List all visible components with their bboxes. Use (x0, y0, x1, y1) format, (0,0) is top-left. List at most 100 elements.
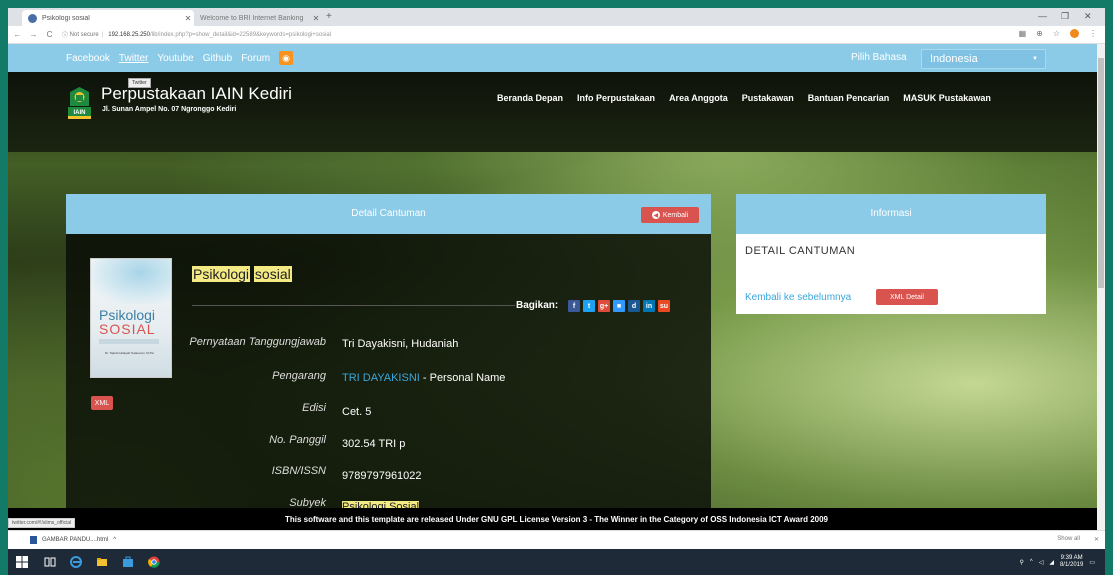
cover-author: Dr. Tajriah Hidayah Sulaeman, M.Psi (105, 351, 154, 355)
maximize-icon[interactable]: ❐ (1061, 11, 1069, 22)
browser-toolbar: ← → C ⓘ Not secure | 192.168.25.250 /lib… (8, 26, 1105, 44)
rss-icon[interactable]: ◉ (279, 51, 294, 65)
url-host: 192.168.25.250 (108, 31, 150, 38)
edge-browser-icon[interactable] (70, 556, 82, 568)
nav-info-perpustakaan[interactable]: Info Perpustakaan (577, 93, 655, 103)
github-link[interactable]: Github (203, 53, 232, 64)
back-arrow-icon[interactable]: ← (11, 30, 24, 39)
info-panel-title: Informasi (870, 208, 912, 219)
linkedin-icon[interactable]: in (643, 300, 655, 312)
volume-icon[interactable]: ◁ (1039, 559, 1044, 566)
zoom-icon[interactable]: ⊕ (1036, 29, 1043, 38)
show-hidden-icons[interactable]: ^ (1030, 559, 1033, 565)
menu-kebab-icon[interactable]: ⋮ (1089, 29, 1097, 38)
delicious-icon[interactable]: ■ (613, 300, 625, 312)
twitter-link[interactable]: Twitter (119, 53, 148, 64)
clock-time: 9:39 AM (1060, 555, 1083, 561)
kembali-label: Kembali (662, 211, 689, 219)
tab-psikologi-sosial[interactable]: Psikologi sosial ✕ (22, 10, 194, 26)
people-icon[interactable]: ⚲ (1019, 559, 1023, 566)
nav-beranda-depan[interactable]: Beranda Depan (497, 93, 563, 103)
forward-arrow-icon[interactable]: → (27, 30, 40, 39)
download-item[interactable]: GAMBAR PANDU....html ^ (30, 536, 116, 544)
back-to-previous-link[interactable]: Kembali ke sebelumnya (745, 292, 851, 303)
profile-avatar[interactable] (1070, 29, 1079, 38)
close-window-icon[interactable]: ✕ (1084, 11, 1092, 22)
windows-taskbar: ⚲ ^ ◁ ◢ 9:39 AM 8/1/2019 ▭ (8, 549, 1105, 575)
clock-date: 8/1/2019 (1059, 562, 1084, 568)
tab-title: Psikologi sosial (42, 14, 90, 22)
detail-panel-body: Psikologi SOSIAL Dr. Tajriah Hidayah Sul… (66, 234, 711, 530)
site-address: Jl. Sunan Ampel No. 07 Ngronggo Kediri (102, 106, 237, 113)
back-circle-icon: ◀ (651, 211, 660, 219)
info-detail-heading: DETAIL CANTUMAN (745, 245, 856, 257)
tab-bri-internet-banking[interactable]: Welcome to BRI Internet Banking ✕ (194, 10, 322, 26)
nav-bantuan-pencarian[interactable]: Bantuan Pencarian (808, 93, 890, 103)
youtube-link[interactable]: Youtube (157, 53, 193, 64)
address-bar[interactable]: ⓘ Not secure | 192.168.25.250 /lib/index… (62, 28, 972, 41)
close-tab-icon[interactable]: ✕ (182, 14, 194, 23)
store-icon[interactable] (122, 556, 134, 568)
notification-icon[interactable]: ▭ (1089, 559, 1095, 566)
detail-panel-title: Detail Cantuman (351, 208, 426, 219)
main-navigation: Beranda Depan Info Perpustakaan Area Ang… (497, 44, 1005, 152)
tab-title: Welcome to BRI Internet Banking (200, 14, 304, 22)
field-value-tanggungjawab: Tri Dayakisni, Hudaniah (342, 338, 459, 350)
xml-button[interactable]: XML (91, 396, 113, 410)
nav-area-anggota[interactable]: Area Anggota (669, 93, 728, 103)
kembali-button[interactable]: ◀ Kembali (641, 207, 699, 223)
google-plus-icon[interactable]: g+ (598, 300, 610, 312)
digg-icon[interactable]: d (628, 300, 640, 312)
author-link[interactable]: TRI DAYAKISNI (342, 372, 420, 384)
bookmark-star-icon[interactable]: ☆ (1053, 29, 1060, 38)
page-scrollbar[interactable] (1097, 44, 1105, 530)
url-path: /lib/index.php?p=show_detail&id=22589&ke… (149, 31, 332, 38)
svg-text:IAIN: IAIN (74, 110, 86, 116)
share-icons: f t g+ ■ d in su (568, 300, 670, 312)
forum-link[interactable]: Forum (241, 53, 270, 64)
twitter-icon[interactable]: t (583, 300, 595, 312)
task-view-icon[interactable] (44, 556, 56, 568)
word-document-icon (30, 536, 37, 544)
browser-window: Psikologi sosial ✕ Welcome to BRI Intern… (8, 8, 1105, 549)
field-label-pengarang: Pengarang (272, 370, 326, 382)
system-tray: ⚲ ^ ◁ ◢ 9:39 AM 8/1/2019 ▭ (1019, 555, 1095, 569)
facebook-icon[interactable]: f (568, 300, 580, 312)
status-bar-url: twitter.com/#!/slims_official (8, 518, 76, 528)
nav-masuk-pustakawan[interactable]: MASUK Pustakawan (903, 93, 991, 103)
chevron-down-icon: ▼ (1032, 56, 1038, 62)
close-download-bar-icon[interactable]: ✕ (1094, 536, 1099, 543)
network-icon[interactable]: ◢ (1049, 559, 1054, 566)
book-title-word-2: sosial (253, 266, 292, 282)
field-value-isbn: 9789797961022 (342, 470, 422, 482)
iain-kediri-logo-icon: IAIN (68, 87, 91, 119)
field-value-pengarang: TRI DAYAKISNI - Personal Name (342, 372, 505, 384)
new-tab-icon[interactable]: + (326, 11, 332, 22)
chevron-up-icon[interactable]: ^ (113, 537, 116, 543)
nav-pustakawan[interactable]: Pustakawan (742, 93, 794, 103)
xml-detail-button[interactable]: XML Detail (876, 289, 938, 305)
info-icon[interactable]: ⓘ (62, 30, 70, 39)
stumbleupon-icon[interactable]: su (658, 300, 670, 312)
facebook-link[interactable]: Facebook (66, 53, 110, 64)
close-tab-icon[interactable]: ✕ (310, 14, 322, 23)
share-label: Bagikan: (516, 300, 559, 311)
file-explorer-icon[interactable] (96, 556, 108, 568)
download-bar: GAMBAR PANDU....html ^ Show all ✕ (8, 530, 1105, 549)
download-file-name: GAMBAR PANDU....html (42, 537, 109, 543)
title-divider (192, 305, 515, 306)
info-panel-header: Informasi (736, 194, 1046, 234)
field-value-edisi: Cet. 5 (342, 406, 372, 418)
security-label: Not secure (69, 31, 99, 38)
show-all-button[interactable]: Show all (1057, 536, 1080, 543)
book-cover-image: Psikologi SOSIAL Dr. Tajriah Hidayah Sul… (90, 258, 172, 378)
taskbar-clock[interactable]: 9:39 AM 8/1/2019 (1060, 555, 1083, 569)
slims-favicon-icon (28, 13, 37, 23)
page-footer: This software and this template are rele… (8, 508, 1105, 530)
chrome-icon[interactable] (148, 556, 160, 568)
minimize-icon[interactable]: — (1038, 11, 1047, 21)
windows-start-icon[interactable] (16, 556, 28, 568)
translate-icon[interactable]: ▦ (1019, 29, 1027, 38)
reload-icon[interactable]: C (43, 30, 56, 39)
site-title[interactable]: Perpustakaan IAIN Kediri (101, 84, 292, 104)
